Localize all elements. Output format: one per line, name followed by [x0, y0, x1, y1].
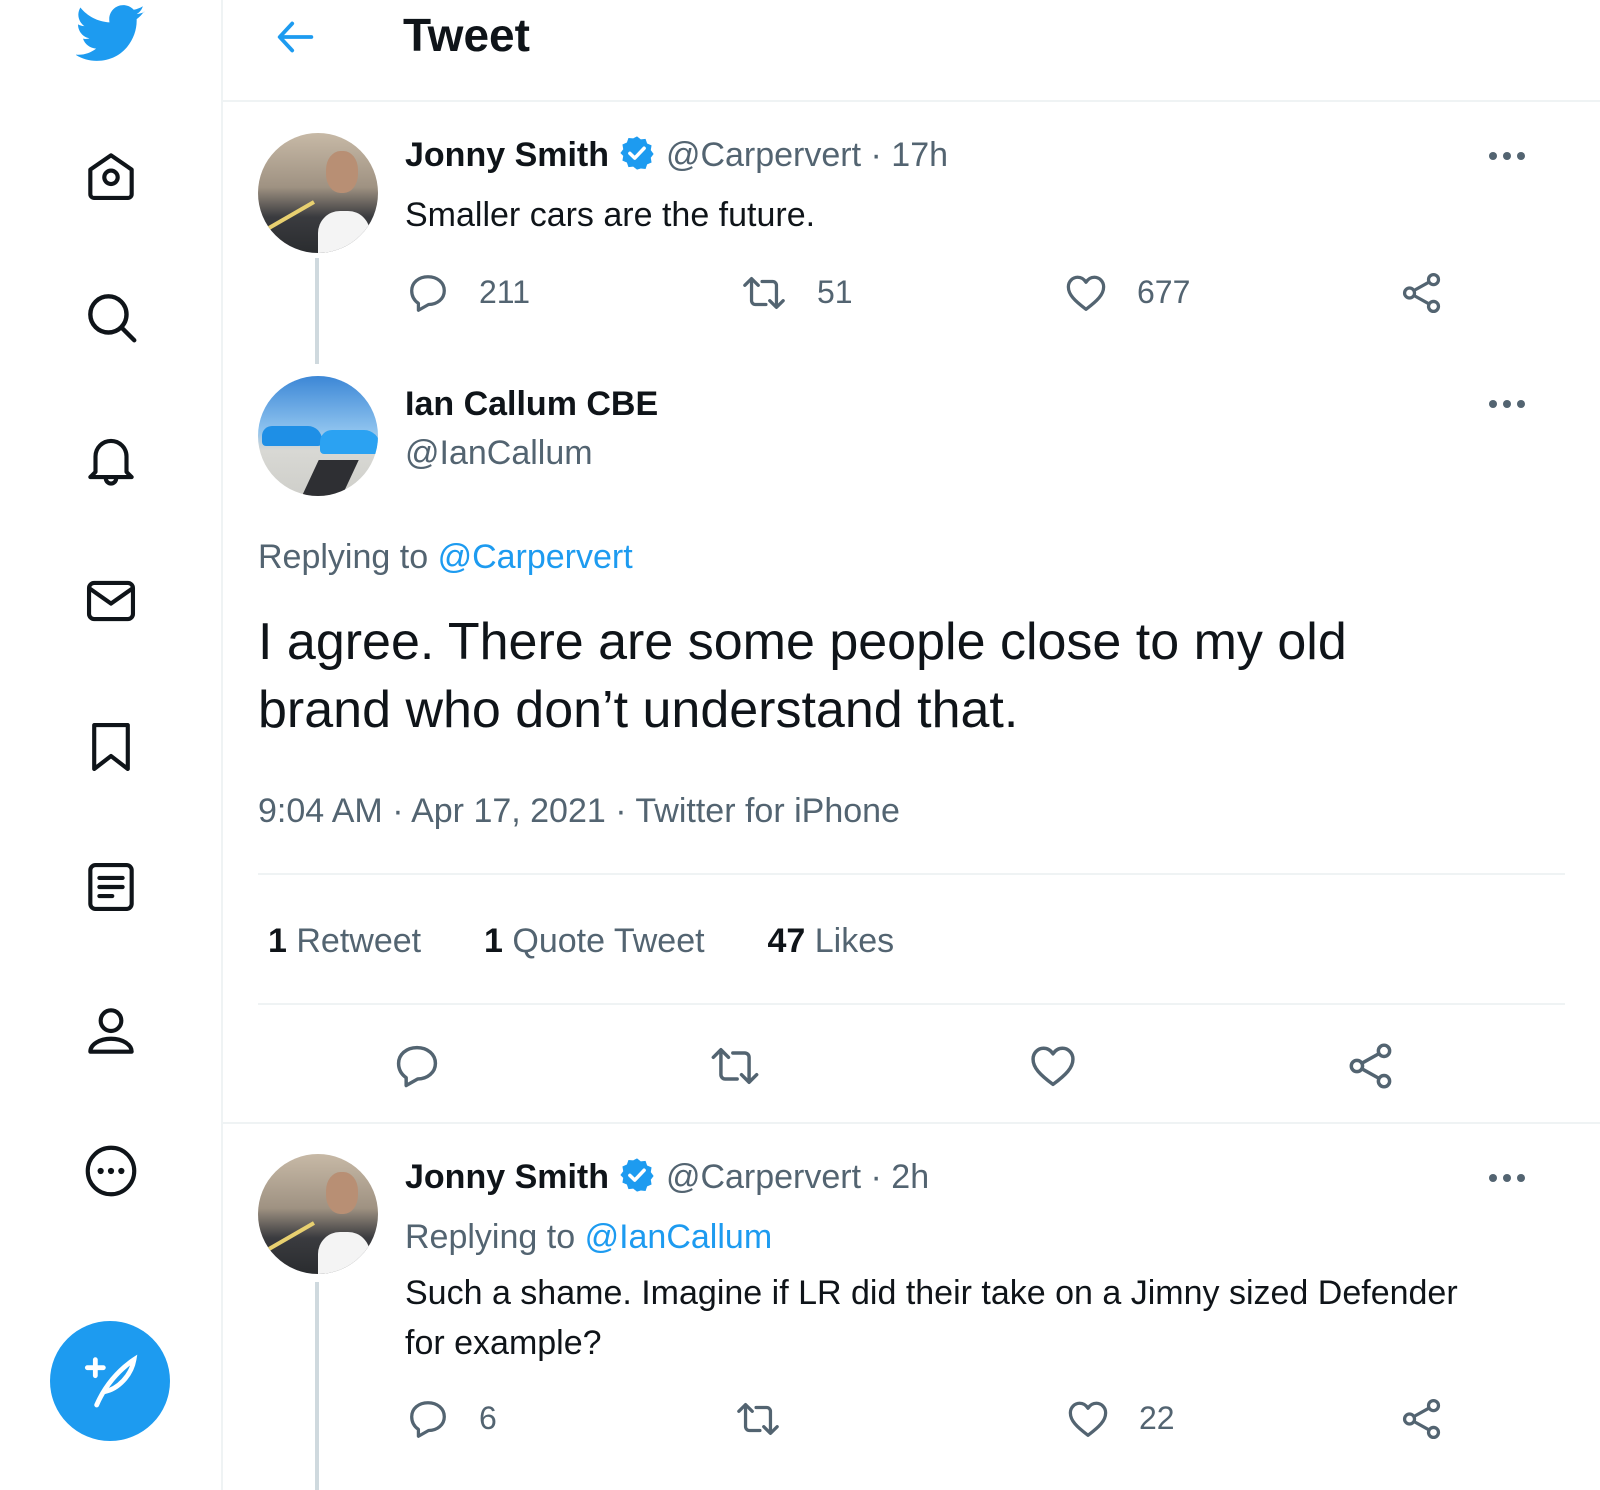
likes-count: 47: [767, 922, 806, 960]
thread-line: [315, 258, 319, 364]
author-handle[interactable]: @Carpervert: [666, 136, 861, 174]
more-options-icon[interactable]: [1487, 150, 1527, 162]
avatar[interactable]: [258, 376, 378, 496]
avatar-face: [326, 151, 358, 193]
reply-icon[interactable]: [391, 1040, 443, 1092]
avatar[interactable]: [258, 1154, 378, 1274]
replying-to-label: Replying to: [258, 538, 429, 576]
profile-icon[interactable]: [80, 1000, 142, 1062]
avatar-road: [297, 460, 359, 496]
sidebar: [0, 0, 223, 1490]
retweet-icon[interactable]: [741, 270, 787, 316]
tweet-time[interactable]: · 17h: [871, 136, 949, 174]
author-name[interactable]: Jonny Smith: [405, 1158, 609, 1196]
thread-line: [315, 1282, 319, 1490]
share-icon[interactable]: [1399, 270, 1445, 316]
share-icon[interactable]: [1345, 1040, 1397, 1092]
divider: [221, 1122, 1600, 1124]
like-icon[interactable]: [1065, 1396, 1111, 1442]
author-name[interactable]: Jonny Smith: [405, 136, 609, 174]
retweets-stat[interactable]: 1 Retweet: [268, 922, 421, 960]
retweet-icon[interactable]: [735, 1396, 781, 1442]
avatar-shirt: [318, 1232, 370, 1274]
quotes-stat[interactable]: 1 Quote Tweet: [484, 922, 705, 960]
engagement-stats: 1 Retweet 1 Quote Tweet 47 Likes: [268, 920, 894, 962]
author-name[interactable]: Ian Callum CBE: [405, 383, 658, 425]
avatar-car: [262, 426, 322, 446]
like-count: 22: [1139, 1400, 1175, 1436]
retweet-icon[interactable]: [709, 1040, 761, 1092]
like-count: 677: [1137, 274, 1191, 310]
avatar[interactable]: [258, 133, 378, 253]
explore-icon[interactable]: [80, 286, 142, 348]
likes-stat[interactable]: 47 Likes: [767, 922, 894, 960]
tweet-header: Jonny Smith @Carpervert · 17h: [405, 134, 948, 176]
retweets-count: 1: [268, 922, 287, 960]
notifications-icon[interactable]: [80, 428, 142, 490]
replying-to: Replying to @Carpervert: [258, 536, 633, 578]
reply-icon[interactable]: [405, 270, 451, 316]
replying-to: Replying to @IanCallum: [405, 1216, 772, 1258]
author-name-text: Ian Callum CBE: [405, 385, 659, 423]
tweet-header: Jonny Smith @Carpervert · 2h: [405, 1156, 929, 1198]
like-icon[interactable]: [1063, 270, 1109, 316]
verified-badge-icon: [620, 1158, 655, 1192]
quotes-label: Quote Tweet: [512, 922, 705, 960]
page-title: Tweet: [403, 9, 530, 61]
author-handle[interactable]: @IanCallum: [405, 432, 593, 474]
twitter-logo-icon[interactable]: [76, 4, 146, 64]
avatar-shirt: [318, 211, 370, 253]
more-options-icon[interactable]: [1487, 398, 1527, 410]
lists-icon[interactable]: [80, 856, 142, 918]
tweet-time[interactable]: · 2h: [871, 1158, 930, 1196]
avatar-road-line: [261, 1221, 315, 1255]
tweet-text: Smaller cars are the future.: [405, 196, 816, 234]
avatar-face: [326, 1172, 358, 1214]
main-column: Tweet Jonny Smith @Carpervert · 17h Smal…: [221, 0, 1600, 1490]
more-icon[interactable]: [80, 1140, 142, 1202]
tweet-meta[interactable]: 9:04 AM · Apr 17, 2021 · Twitter for iPh…: [258, 790, 900, 832]
messages-icon[interactable]: [80, 570, 142, 632]
author-handle[interactable]: @Carpervert: [666, 1158, 861, 1196]
more-options-icon[interactable]: [1487, 1172, 1527, 1184]
replying-to-label: Replying to: [405, 1218, 576, 1256]
compose-tweet-icon: [84, 1354, 138, 1408]
avatar-road-line: [261, 200, 315, 234]
retweets-label: Retweet: [296, 922, 422, 960]
avatar-car: [320, 430, 378, 454]
divider: [258, 1003, 1565, 1005]
quotes-count: 1: [484, 922, 503, 960]
reply-count: 211: [479, 274, 531, 310]
verified-badge-icon: [620, 136, 655, 170]
tweet-text: Such a shame. Imagine if LR did their ta…: [405, 1274, 1458, 1362]
back-arrow-icon[interactable]: [273, 14, 319, 60]
share-icon[interactable]: [1399, 1396, 1445, 1442]
retweet-count: 51: [817, 274, 853, 310]
bookmarks-icon[interactable]: [80, 716, 142, 778]
reply-count: 6: [479, 1400, 497, 1436]
reply-icon[interactable]: [405, 1396, 451, 1442]
main-tweet-text: I agree. There are some people close to …: [258, 613, 1347, 739]
home-icon[interactable]: [80, 145, 142, 207]
replying-to-handle[interactable]: @IanCallum: [585, 1218, 773, 1256]
divider: [258, 873, 1565, 875]
replying-to-handle[interactable]: @Carpervert: [438, 538, 633, 576]
like-icon[interactable]: [1027, 1040, 1079, 1092]
likes-label: Likes: [814, 922, 895, 960]
compose-tweet-button[interactable]: [50, 1321, 170, 1441]
header-divider: [221, 100, 1600, 102]
